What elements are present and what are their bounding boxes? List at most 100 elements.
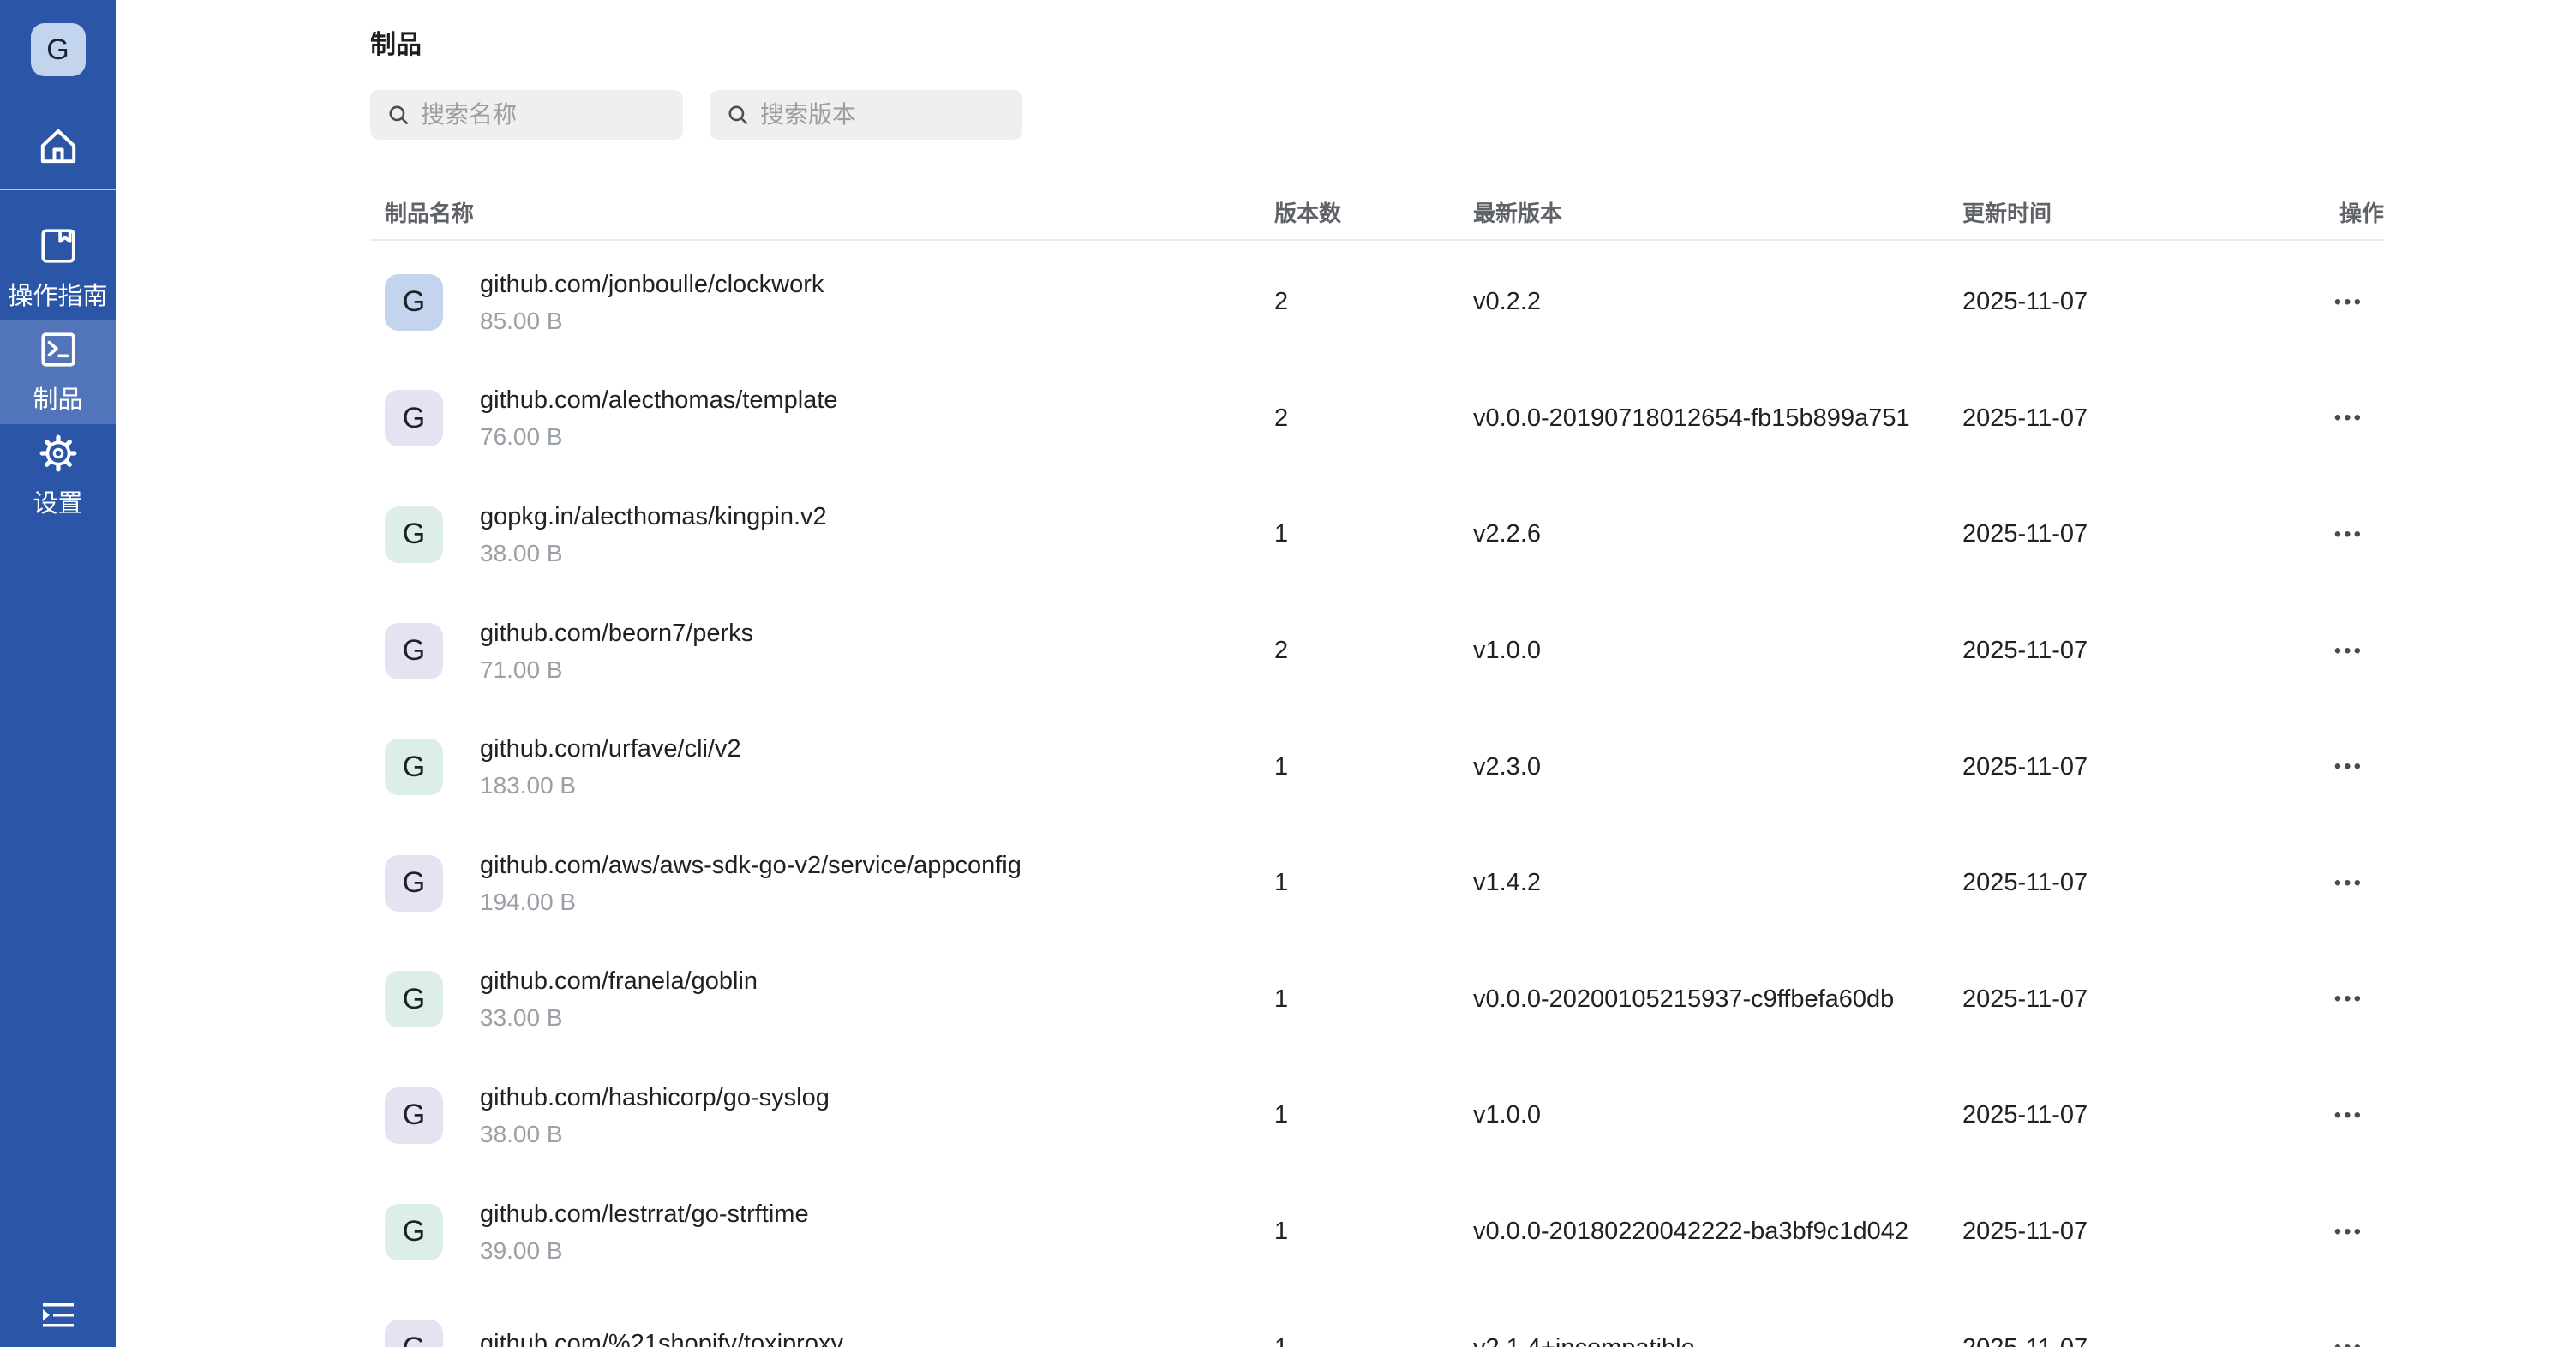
package-info: github.com/urfave/cli/v2 183.00 B [480, 734, 741, 799]
search-name-box [370, 90, 683, 140]
updated-date: 2025-11-07 [1962, 1218, 2319, 1246]
table-row[interactable]: G github.com/aws/aws-sdk-go-v2/service/a… [370, 825, 2384, 942]
more-actions-button[interactable]: ••• [2334, 641, 2363, 662]
package-info: github.com/jonboulle/clockwork 85.00 B [480, 270, 824, 335]
search-icon [387, 104, 410, 126]
more-actions-button[interactable]: ••• [2334, 757, 2363, 777]
actions-cell: ••• [2319, 757, 2384, 777]
version-count: 1 [1274, 985, 1473, 1014]
latest-version: v0.0.0-20190718012654-fb15b899a751 [1473, 404, 1962, 433]
package-name: github.com/alecthomas/template [480, 386, 838, 415]
package-name: github.com/lestrrat/go-strftime [480, 1200, 809, 1229]
package-badge: G [385, 1320, 443, 1347]
more-actions-button[interactable]: ••• [2334, 292, 2363, 313]
package-cell: G github.com/lestrrat/go-strftime 39.00 … [370, 1200, 1274, 1265]
package-size: 194.00 B [480, 889, 1021, 916]
package-badge: G [385, 274, 443, 331]
package-cell: G github.com/beorn7/perks 71.00 B [370, 619, 1274, 684]
package-info: github.com/hashicorp/go-syslog 38.00 B [480, 1083, 830, 1148]
version-count: 1 [1274, 1101, 1473, 1129]
gear-icon [39, 434, 78, 473]
version-count: 2 [1274, 404, 1473, 433]
table-row[interactable]: G gopkg.in/alecthomas/kingpin.v2 38.00 B… [370, 476, 2384, 593]
package-name: github.com/beorn7/perks [480, 619, 753, 648]
package-cell: G github.com/franela/goblin 33.00 B [370, 967, 1274, 1032]
package-size: 38.00 B [480, 1121, 830, 1148]
table-row[interactable]: G github.com/hashicorp/go-syslog 38.00 B… [370, 1057, 2384, 1174]
package-badge: G [385, 390, 443, 446]
column-header-versions: 版本数 [1274, 196, 1473, 228]
table-row[interactable]: G github.com/franela/goblin 33.00 B 1 v0… [370, 942, 2384, 1058]
package-name: github.com/franela/goblin [480, 967, 758, 996]
more-actions-button[interactable]: ••• [2334, 524, 2363, 545]
sidebar-collapse-button[interactable] [0, 1294, 116, 1337]
table-row[interactable]: G github.com/beorn7/perks 71.00 B 2 v1.0… [370, 593, 2384, 709]
actions-cell: ••• [2319, 989, 2384, 1009]
package-info: github.com/beorn7/perks 71.00 B [480, 619, 753, 684]
sidebar-item-label: 制品 [33, 380, 82, 416]
table-header: 制品名称 版本数 最新版本 更新时间 操作 [370, 184, 2384, 241]
package-size: 85.00 B [480, 308, 824, 335]
package-name: github.com/aws/aws-sdk-go-v2/service/app… [480, 851, 1021, 880]
package-name: github.com/%21shopify/toxiproxy [480, 1329, 843, 1347]
table-row[interactable]: G github.com/lestrrat/go-strftime 39.00 … [370, 1174, 2384, 1290]
version-count: 1 [1274, 1218, 1473, 1246]
package-size: 71.00 B [480, 656, 753, 684]
column-header-updated: 更新时间 [1962, 196, 2319, 228]
package-size: 39.00 B [480, 1237, 809, 1265]
sidebar-item-settings[interactable]: 设置 [0, 424, 116, 528]
latest-version: v2.1.4+incompatible [1473, 1334, 1962, 1347]
actions-cell: ••• [2319, 1338, 2384, 1347]
latest-version: v0.0.0-20180220042222-ba3bf9c1d042 [1473, 1218, 1962, 1246]
search-version-input[interactable] [760, 101, 1069, 129]
search-icon [727, 104, 749, 126]
updated-date: 2025-11-07 [1962, 1101, 2319, 1129]
table-row[interactable]: G github.com/urfave/cli/v2 183.00 B 1 v2… [370, 709, 2384, 825]
sidebar-item-artifacts[interactable]: 制品 [0, 320, 116, 424]
updated-date: 2025-11-07 [1962, 869, 2319, 897]
sidebar-item-home[interactable] [0, 119, 116, 172]
terminal-icon [39, 330, 78, 369]
table-body: G github.com/jonboulle/clockwork 85.00 B… [370, 244, 2384, 1347]
search-name-input[interactable] [421, 101, 730, 129]
package-cell: G github.com/%21shopify/toxiproxy [370, 1320, 1274, 1347]
version-count: 1 [1274, 869, 1473, 897]
table-row[interactable]: G github.com/alecthomas/template 76.00 B… [370, 361, 2384, 477]
latest-version: v0.2.2 [1473, 288, 1962, 316]
latest-version: v1.0.0 [1473, 637, 1962, 665]
table-row[interactable]: G github.com/%21shopify/toxiproxy 1 v2.1… [370, 1290, 2384, 1347]
search-version-box [710, 90, 1022, 140]
package-name: github.com/urfave/cli/v2 [480, 734, 741, 763]
version-count: 2 [1274, 288, 1473, 316]
package-size: 33.00 B [480, 1004, 758, 1032]
package-name: gopkg.in/alecthomas/kingpin.v2 [480, 502, 827, 531]
sidebar-item-label: 操作指南 [8, 276, 107, 312]
updated-date: 2025-11-07 [1962, 404, 2319, 433]
more-actions-button[interactable]: ••• [2334, 1222, 2363, 1242]
package-size: 183.00 B [480, 772, 741, 799]
more-actions-button[interactable]: ••• [2334, 1105, 2363, 1126]
package-info: github.com/alecthomas/template 76.00 B [480, 386, 838, 451]
column-header-actions: 操作 [2319, 196, 2384, 228]
guide-icon [39, 226, 78, 266]
more-actions-button[interactable]: ••• [2334, 408, 2363, 428]
artifacts-table: 制品名称 版本数 最新版本 更新时间 操作 G github.com/jonbo… [370, 184, 2384, 1347]
latest-version: v0.0.0-20200105215937-c9ffbefa60db [1473, 985, 1962, 1014]
version-count: 1 [1274, 520, 1473, 548]
sidebar-item-guide[interactable]: 操作指南 [0, 217, 116, 320]
main-content: 制品 [116, 0, 2576, 1347]
more-actions-button[interactable]: ••• [2334, 873, 2363, 894]
sidebar-divider [0, 189, 116, 190]
sidebar-nav: 操作指南 制品 [0, 217, 116, 528]
more-actions-button[interactable]: ••• [2334, 1338, 2363, 1347]
page-title: 制品 [370, 31, 2576, 60]
more-actions-button[interactable]: ••• [2334, 989, 2363, 1009]
package-info: github.com/aws/aws-sdk-go-v2/service/app… [480, 851, 1021, 916]
table-row[interactable]: G github.com/jonboulle/clockwork 85.00 B… [370, 244, 2384, 361]
package-badge: G [385, 1087, 443, 1144]
latest-version: v2.2.6 [1473, 520, 1962, 548]
app-window: G 操作指南 [0, 0, 2576, 1347]
avatar[interactable]: G [31, 23, 86, 76]
version-count: 1 [1274, 753, 1473, 781]
package-cell: G github.com/aws/aws-sdk-go-v2/service/a… [370, 851, 1274, 916]
